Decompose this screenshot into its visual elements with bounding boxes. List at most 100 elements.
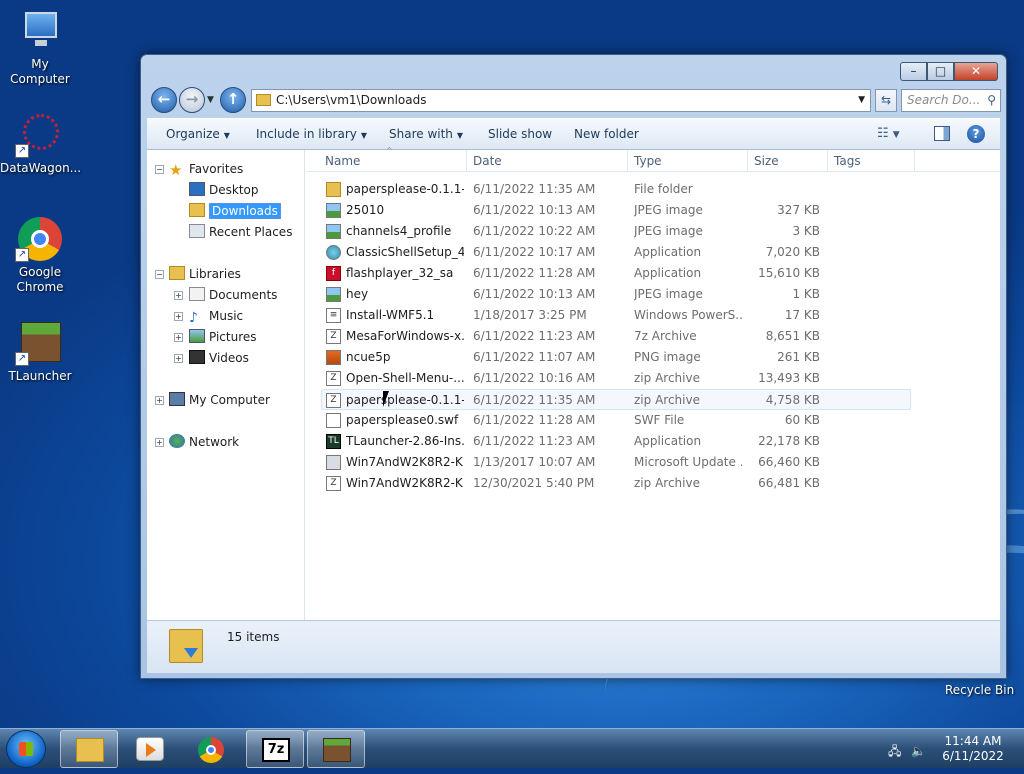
nav-documents[interactable]: Documents [189, 286, 277, 304]
nav-recent-places[interactable]: Recent Places [189, 223, 292, 241]
refresh-button[interactable]: ⇆ [875, 89, 897, 112]
desktop-icon-tlauncher[interactable]: ↗ TLauncher [0, 320, 80, 384]
nav-videos[interactable]: Videos [189, 349, 249, 367]
nav-label: Music [209, 309, 244, 323]
expand-toggle[interactable]: + [155, 438, 164, 447]
desktop-icon-datawagon[interactable]: ↗ DataWagon... [0, 112, 81, 176]
desktop-icon-label: My Computer [10, 57, 70, 86]
column-date[interactable]: Date [473, 154, 502, 168]
close-button[interactable]: ✕ [954, 62, 998, 81]
help-button[interactable]: ? [967, 125, 985, 143]
taskbar-chrome[interactable] [182, 730, 240, 768]
search-icon: ⚲ [987, 93, 996, 107]
file-row[interactable]: ClassicShellSetup_4... 6/11/2022 10:17 AM… [306, 242, 1000, 263]
computer-icon [17, 8, 63, 54]
desktop-icon-google-chrome[interactable]: ↗ Google Chrome [0, 216, 80, 295]
file-type: Application [634, 245, 702, 259]
datawagon-icon: ↗ [15, 112, 63, 158]
network-icon [169, 434, 185, 448]
file-row[interactable]: channels4_profile 6/11/2022 10:22 AM JPEG … [306, 221, 1000, 242]
documents-icon [189, 287, 205, 301]
start-button[interactable] [6, 730, 46, 768]
archive-icon: Z [326, 371, 341, 386]
volume-icon[interactable]: 🔈 [911, 744, 926, 758]
nav-libraries[interactable]: Libraries [169, 265, 241, 283]
file-row[interactable]: Z Win7AndW2K8R2-K... 12/30/2021 5:40 PM zip… [306, 473, 1000, 494]
file-name: papersplease0.swf [346, 413, 459, 427]
file-row[interactable]: 25010 6/11/2022 10:13 AM JPEG image 327 KB [306, 200, 1000, 221]
system-tray: 🖧 🔈 [888, 742, 926, 763]
chevron-down-icon: ▼ [456, 131, 464, 140]
minimize-button[interactable]: – [900, 62, 927, 81]
network-icon[interactable]: 🖧 [888, 744, 901, 758]
maximize-button[interactable]: □ [927, 62, 954, 81]
collapse-toggle[interactable]: − [155, 165, 164, 174]
taskbar-7zip[interactable]: 7z [246, 730, 304, 768]
column-tags[interactable]: Tags [834, 154, 861, 168]
file-row[interactable]: ≡ Install-WMF5.1 1/18/2017 3:25 PM Windows … [306, 305, 1000, 326]
change-view-button[interactable]: ☷ ▼ [877, 126, 900, 141]
file-size: 4,758 KB [765, 393, 820, 407]
file-row[interactable]: Zpapersplease-0.1.1-... 6/11/2022 11:35 A… [321, 389, 911, 410]
desktop-icon-my-computer[interactable]: My Computer [0, 8, 80, 87]
forward-button[interactable]: → [179, 87, 205, 113]
taskbar-media-player[interactable] [121, 730, 179, 768]
file-name: papersplease-0.1.1-... [346, 182, 464, 196]
item-count: 15 items [227, 630, 280, 644]
file-row[interactable]: ncue5p 6/11/2022 11:07 AM PNG image 261 KB [306, 347, 1000, 368]
nav-my-computer[interactable]: My Computer [169, 391, 270, 409]
file-row[interactable]: papersplease0.swf 6/11/2022 11:28 AM SWF F… [306, 410, 1000, 431]
file-date: 6/11/2022 11:35 AM [473, 393, 596, 407]
chrome-icon [198, 737, 224, 763]
file-date: 6/11/2022 11:28 AM [473, 266, 596, 280]
back-button[interactable]: ← [151, 87, 177, 113]
column-size[interactable]: Size [754, 154, 779, 168]
nav-network[interactable]: Network [169, 433, 239, 451]
file-name: TLauncher-2.86-Ins... [346, 434, 464, 448]
file-row[interactable]: TL TLauncher-2.86-Ins... 6/11/2022 11:23 A… [306, 431, 1000, 452]
taskbar-explorer[interactable] [60, 730, 118, 768]
expand-toggle[interactable]: + [155, 396, 164, 405]
file-row[interactable]: Win7AndW2K8R2-K... 1/13/2017 10:07 AM Micr… [306, 452, 1000, 473]
column-name[interactable]: Name [325, 154, 360, 168]
search-input[interactable]: Search Do... ⚲ [901, 89, 1001, 112]
file-row[interactable]: hey 6/11/2022 10:13 AM JPEG image 1 KB [306, 284, 1000, 305]
nav-desktop[interactable]: Desktop [189, 181, 259, 199]
include-in-library-button[interactable]: Include in library ▼ [256, 127, 367, 141]
taskbar-tlauncher[interactable] [307, 730, 365, 768]
nav-pictures[interactable]: Pictures [189, 328, 257, 346]
slide-show-button[interactable]: Slide show [488, 127, 552, 141]
tlauncher-icon: TL [326, 434, 341, 449]
expand-toggle[interactable]: + [174, 312, 183, 321]
column-type[interactable]: Type [634, 154, 662, 168]
column-divider[interactable] [827, 150, 828, 172]
expand-toggle[interactable]: + [174, 354, 183, 363]
clock[interactable]: 11:44 AM 6/11/2022 [938, 734, 1008, 764]
expand-toggle[interactable]: + [174, 333, 183, 342]
recent-pages-dropdown[interactable]: ▼ [207, 95, 214, 105]
column-divider[interactable] [627, 150, 628, 172]
column-divider[interactable] [747, 150, 748, 172]
file-row[interactable]: papersplease-0.1.1-... 6/11/2022 11:35 AM… [306, 179, 1000, 200]
nav-favorites[interactable]: ★ Favorites [169, 160, 243, 179]
nav-label: Pictures [209, 330, 257, 344]
file-row[interactable]: f flashplayer_32_sa 6/11/2022 11:28 AM Appl… [306, 263, 1000, 284]
column-divider[interactable] [914, 150, 915, 172]
expand-toggle[interactable]: + [174, 291, 183, 300]
collapse-toggle[interactable]: − [155, 270, 164, 279]
archive-icon: Z [326, 329, 341, 344]
chevron-down-icon[interactable]: ▼ [858, 90, 865, 110]
new-folder-button[interactable]: New folder [574, 127, 639, 141]
nav-downloads[interactable]: Downloads [189, 202, 281, 220]
address-bar[interactable]: C:\Users\vm1\Downloads ▼ [251, 89, 871, 112]
file-row[interactable]: Z MesaForWindows-x... 6/11/2022 11:23 AM 7z… [306, 326, 1000, 347]
organize-button[interactable]: Organize ▼ [166, 127, 230, 141]
desktop-icon-recycle-bin[interactable]: Recycle Bin [945, 683, 1014, 697]
clock-date: 6/11/2022 [942, 749, 1004, 763]
preview-pane-button[interactable] [934, 126, 950, 141]
nav-music[interactable]: ♪ Music [189, 307, 244, 326]
up-button[interactable]: ↑ [220, 87, 246, 113]
column-divider[interactable] [466, 150, 467, 172]
file-row[interactable]: Z Open-Shell-Menu-... 6/11/2022 10:16 AM zi… [306, 368, 1000, 389]
share-with-button[interactable]: Share with ▼ [389, 127, 463, 141]
